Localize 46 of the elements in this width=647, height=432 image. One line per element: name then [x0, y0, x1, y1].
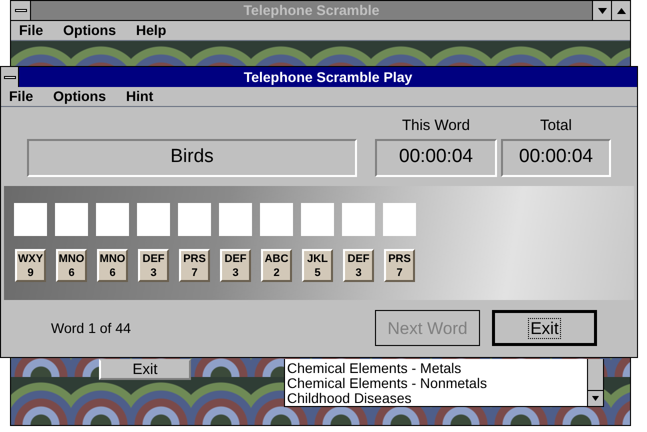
letter-slot[interactable] [301, 203, 334, 236]
letter-slot[interactable] [14, 203, 47, 236]
letter-slot[interactable] [219, 203, 252, 236]
menu-item[interactable]: Hint [126, 86, 154, 107]
letter-slot[interactable] [96, 203, 129, 236]
scroll-down-icon[interactable] [592, 396, 599, 401]
system-menu-icon[interactable] [11, 1, 31, 20]
this-word-timer: 00:00:04 [375, 138, 497, 176]
minimize-icon[interactable] [598, 8, 606, 14]
phone-key[interactable]: PRS 7 [179, 249, 210, 282]
letter-slot[interactable] [55, 203, 88, 236]
total-timer: 00:00:04 [501, 138, 611, 176]
maximize-icon[interactable] [616, 8, 626, 14]
phone-key[interactable]: DEF 3 [220, 249, 251, 282]
letter-slot[interactable] [342, 203, 375, 236]
phone-key[interactable]: ABC 2 [261, 249, 292, 282]
window-title: Telephone Scramble [242, 1, 380, 20]
letter-slot[interactable] [137, 203, 170, 236]
window-title: Telephone Scramble Play [242, 68, 414, 87]
scrollbar[interactable] [587, 359, 603, 406]
phone-key[interactable]: DEF 3 [343, 249, 374, 282]
letter-slot[interactable] [260, 203, 293, 236]
list-item[interactable]: Childhood Diseases [287, 391, 587, 406]
phone-key[interactable]: WXY 9 [15, 249, 46, 282]
phone-key[interactable]: DEF 3 [138, 249, 169, 282]
list-item[interactable]: Chemical Elements - Metals [287, 361, 587, 376]
phone-key[interactable]: PRS 7 [384, 249, 415, 282]
menu-item[interactable]: File [9, 86, 34, 107]
phone-key[interactable]: MNO 6 [97, 249, 128, 282]
list-item[interactable]: Chemical Elements - Nonmetals [287, 376, 587, 391]
menu-item[interactable]: Options [63, 20, 116, 41]
menu-item[interactable]: File [19, 20, 44, 41]
category-list[interactable]: Chemical Elements - Metals Chemical Elements - Nonmetals Childhood Diseases [284, 359, 604, 407]
total-label: Total [540, 116, 572, 136]
phone-key[interactable]: JKL 5 [302, 249, 333, 282]
word-counter: Word 1 of 44 [51, 318, 131, 338]
menu-item[interactable]: Options [53, 86, 106, 107]
system-menu-icon[interactable] [1, 67, 19, 87]
letter-slot[interactable] [178, 203, 211, 236]
menu-item[interactable]: Help [136, 20, 166, 41]
exit-button[interactable]: Exit [99, 359, 191, 380]
letter-slot[interactable] [383, 203, 416, 236]
this-word-label: This Word [402, 116, 470, 136]
category-display: Birds [27, 138, 357, 176]
phone-key[interactable]: MNO 6 [56, 249, 87, 282]
dialog-button[interactable]: Exit [492, 310, 597, 346]
